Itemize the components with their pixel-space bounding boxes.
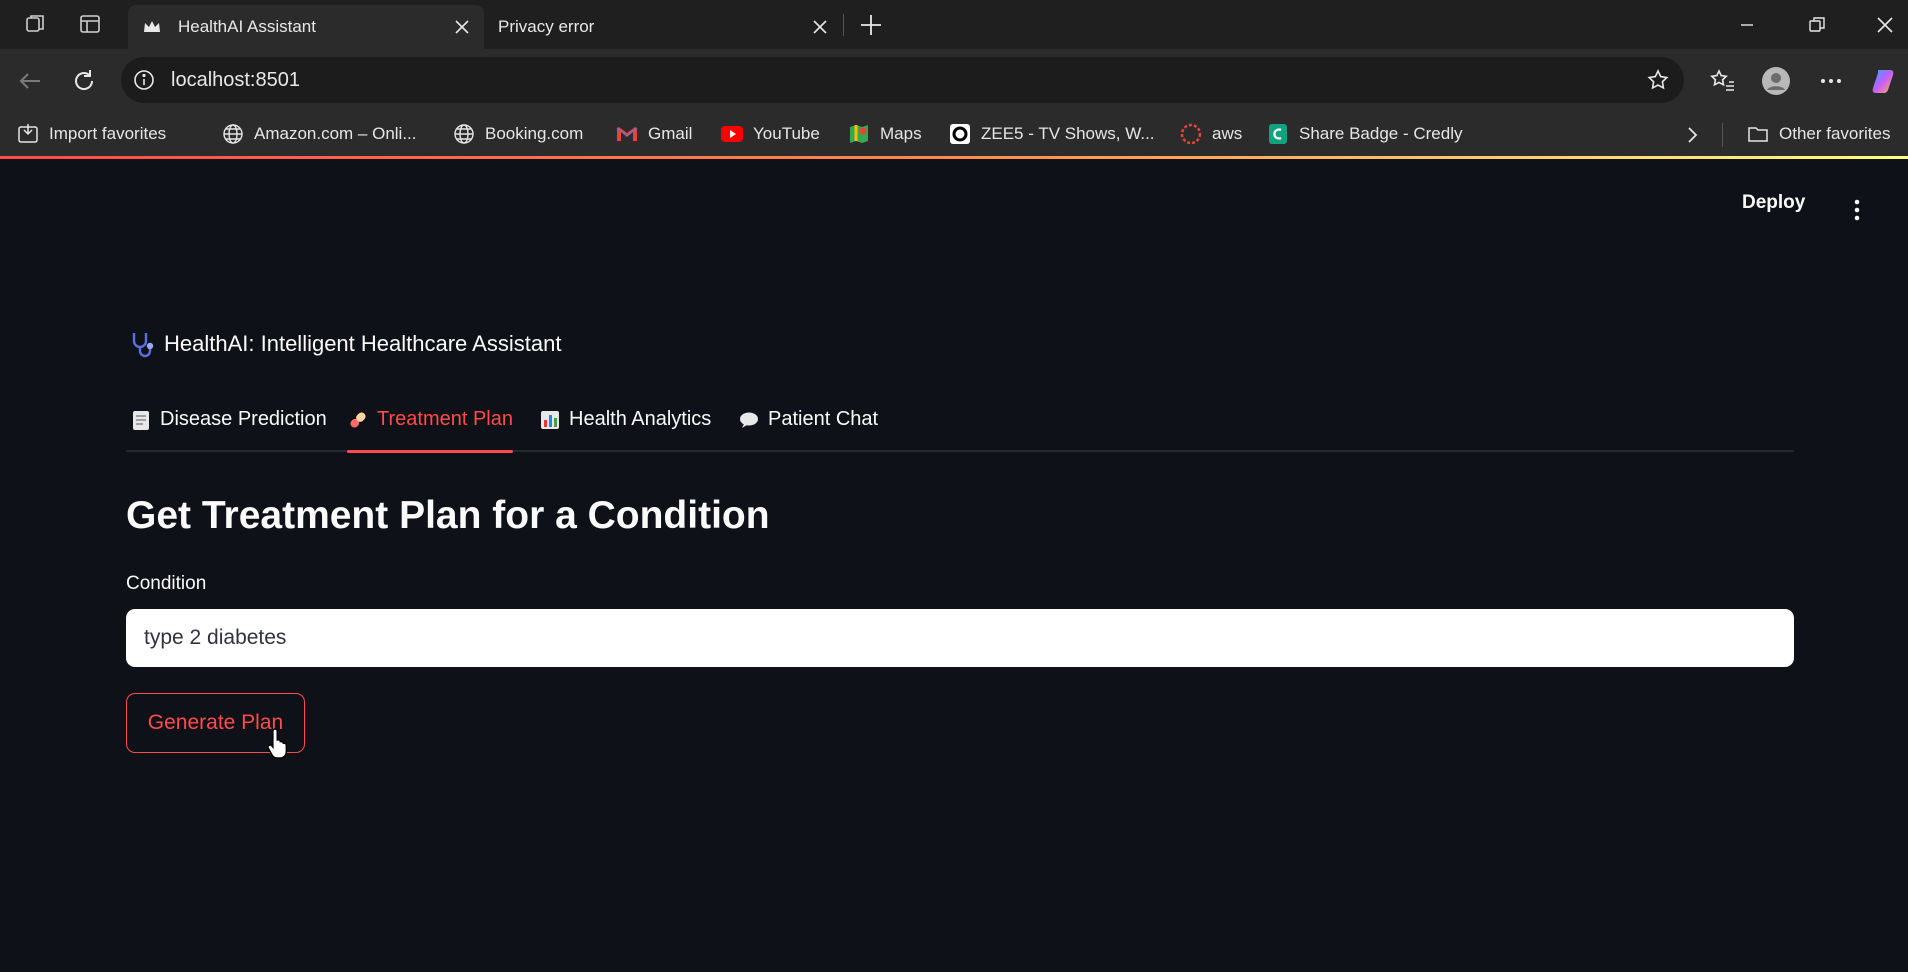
kebab-menu-icon[interactable]: [1845, 196, 1869, 224]
refresh-icon[interactable]: [70, 67, 98, 95]
aws-icon: [1179, 122, 1203, 146]
clipboard-icon: [133, 411, 149, 430]
tab-title: Privacy error: [498, 17, 595, 36]
tab-health-analytics[interactable]: Health Analytics: [539, 408, 711, 450]
bookmark-maps[interactable]: Maps: [847, 122, 922, 146]
pill-icon: [350, 412, 366, 428]
close-tab-icon[interactable]: [810, 17, 830, 37]
bar-chart-icon: [541, 411, 559, 429]
url-text[interactable]: localhost:8501: [171, 69, 300, 92]
close-tab-icon[interactable]: [452, 17, 472, 37]
tab-list: Disease Prediction Treatment Plan Health…: [126, 400, 1794, 453]
browser-tab-privacy-error[interactable]: Privacy error: [484, 5, 842, 49]
back-icon[interactable]: [16, 67, 44, 95]
condition-label: Condition: [126, 573, 207, 594]
bookmark-aws[interactable]: aws: [1179, 122, 1242, 146]
workspaces-icon[interactable]: [23, 12, 47, 36]
copilot-icon[interactable]: [1870, 66, 1900, 96]
bookmark-credly[interactable]: Share Badge - Credly: [1266, 122, 1462, 146]
bookmark-amazon[interactable]: Amazon.com – Onli...: [221, 122, 417, 146]
bookmark-booking[interactable]: Booking.com: [452, 122, 583, 146]
import-icon: [16, 122, 40, 146]
chevron-right-icon[interactable]: [1682, 124, 1702, 146]
minimize-icon[interactable]: [1736, 14, 1758, 36]
bookmark-zee5[interactable]: ZEE5 - TV Shows, W...: [948, 122, 1155, 146]
restore-icon[interactable]: [1806, 14, 1828, 36]
tab-divider: [843, 14, 844, 36]
zee5-icon: [948, 122, 972, 146]
page-heading: Get Treatment Plan for a Condition: [126, 494, 770, 537]
address-toolbar: localhost:8501: [0, 49, 1908, 113]
bookmark-gmail[interactable]: Gmail: [615, 122, 692, 146]
tab-treatment-plan[interactable]: Treatment Plan: [347, 408, 513, 453]
favorite-star-icon[interactable]: [1646, 68, 1670, 92]
bookmark-other-favorites[interactable]: Other favorites: [1746, 122, 1891, 146]
new-tab-icon[interactable]: [858, 12, 884, 38]
gmail-icon: [615, 122, 639, 146]
active-tab-underline: [347, 450, 513, 453]
tab-patient-chat[interactable]: Patient Chat: [738, 408, 878, 450]
streamlit-crown-icon: [142, 17, 162, 37]
maps-icon: [847, 122, 871, 146]
credly-icon: [1266, 122, 1290, 146]
tab-title: HealthAI Assistant: [178, 17, 316, 36]
browser-tab-strip: HealthAI Assistant Privacy error: [0, 0, 1908, 49]
bookmarks-bar: Import favorites Amazon.com – Onli... Bo…: [0, 113, 1908, 156]
globe-icon: [221, 122, 245, 146]
hand-cursor-icon: [267, 728, 287, 759]
favorites-icon[interactable]: [1707, 66, 1737, 96]
site-info-icon[interactable]: [133, 69, 155, 91]
bookmark-import-favorites[interactable]: Import favorites: [16, 122, 166, 146]
stethoscope-icon: [132, 333, 154, 358]
address-bar[interactable]: localhost:8501: [121, 57, 1684, 103]
folder-icon: [1746, 122, 1770, 146]
app-title: HealthAI: Intelligent Healthcare Assista…: [128, 329, 561, 359]
browser-tab-healthai[interactable]: HealthAI Assistant: [128, 5, 484, 49]
speech-bubble-icon: [740, 412, 758, 428]
bookmark-divider: [1722, 123, 1723, 147]
youtube-icon: [720, 122, 744, 146]
deploy-button[interactable]: Deploy: [1742, 192, 1805, 214]
condition-input[interactable]: [126, 609, 1794, 667]
globe-icon: [452, 122, 476, 146]
bookmark-youtube[interactable]: YouTube: [720, 122, 820, 146]
profile-avatar-icon[interactable]: [1761, 66, 1791, 96]
tab-disease-prediction[interactable]: Disease Prediction: [130, 408, 327, 450]
more-options-icon[interactable]: [1816, 66, 1846, 96]
app-title-text: HealthAI: Intelligent Healthcare Assista…: [164, 331, 562, 356]
app-main: [6, 159, 1908, 972]
close-window-icon[interactable]: [1874, 14, 1896, 36]
vertical-tabs-icon[interactable]: [78, 12, 102, 36]
